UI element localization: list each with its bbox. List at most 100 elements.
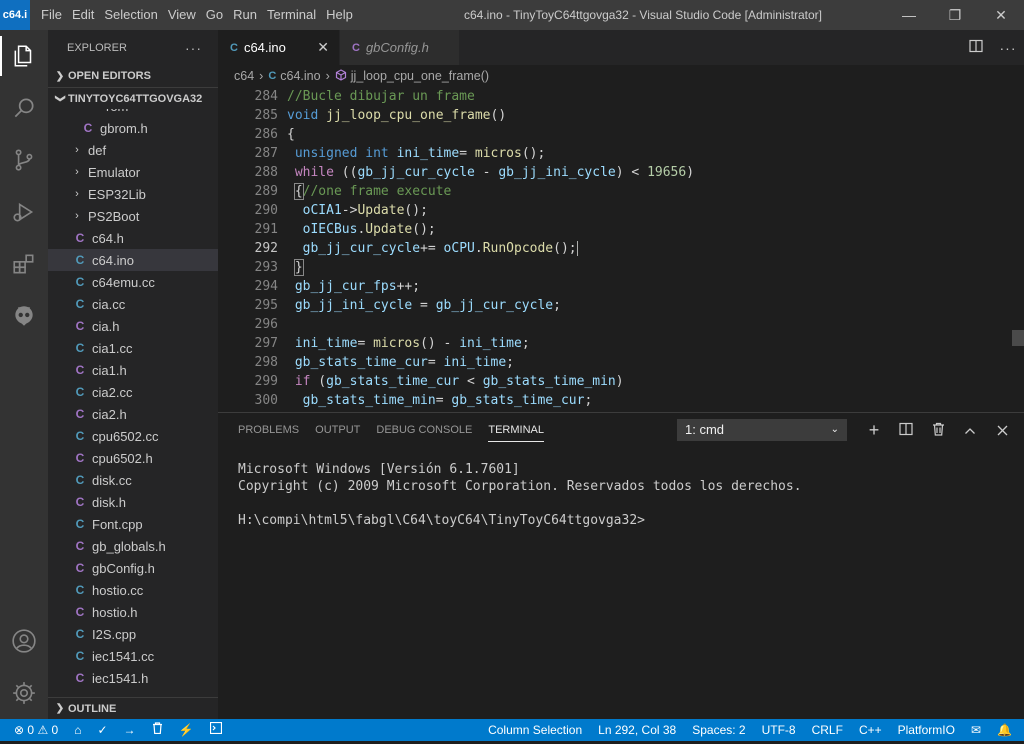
project-section[interactable]: ❯ TINYTOYC64TTGOVGA32 xyxy=(48,87,218,109)
code-line[interactable]: 292 gb_jj_cur_cycle+= oCPU.RunOpcode(); xyxy=(218,239,1024,258)
more-actions-icon[interactable]: ··· xyxy=(992,40,1024,56)
app-icon[interactable]: c64.i xyxy=(0,0,30,30)
tree-item[interactable]: Cdisk.cc xyxy=(48,469,218,491)
run-debug-icon[interactable] xyxy=(0,186,48,238)
tab-terminal[interactable]: TERMINAL xyxy=(488,413,544,448)
cursor-position-status[interactable]: Ln 292, Col 38 xyxy=(590,719,684,741)
menu-terminal[interactable]: Terminal xyxy=(262,0,321,30)
tree-item[interactable]: › ESP32Lib xyxy=(48,183,218,205)
explorer-more-actions-icon[interactable]: ··· xyxy=(185,40,202,56)
menu-run[interactable]: Run xyxy=(228,0,262,30)
extensions-icon[interactable] xyxy=(0,238,48,290)
maximize-button[interactable]: ❐ xyxy=(932,0,978,30)
code-line[interactable]: 286 { xyxy=(218,125,1024,144)
tree-item[interactable]: Cc64emu.cc xyxy=(48,271,218,293)
tree-item[interactable]: Ccpu6502.h xyxy=(48,447,218,469)
plug-icon[interactable]: ⚡ xyxy=(174,719,199,741)
indentation-status[interactable]: Spaces: 2 xyxy=(684,719,753,741)
tree-item[interactable]: Cgbrom.h xyxy=(48,117,218,139)
explorer-icon[interactable] xyxy=(0,30,48,82)
encoding-status[interactable]: UTF-8 xyxy=(754,719,804,741)
tree-item[interactable]: Cc64.ino xyxy=(48,249,218,271)
breadcrumb-symbol[interactable]: jj_loop_cpu_one_frame() xyxy=(351,69,489,83)
code-line[interactable]: 289 {//one frame execute xyxy=(218,182,1024,201)
menu-go[interactable]: Go xyxy=(201,0,228,30)
problems-status[interactable]: ⊗ 0 ⚠ 0 xyxy=(0,719,63,741)
menu-file[interactable]: File xyxy=(36,0,67,30)
new-terminal-icon[interactable]: + xyxy=(858,420,890,441)
code-line[interactable]: 287 unsigned int ini_time= micros(); xyxy=(218,144,1024,163)
settings-gear-icon[interactable] xyxy=(0,667,48,719)
code-line[interactable]: 288 while ((gb_jj_cur_cycle - gb_jj_ini_… xyxy=(218,163,1024,182)
editor-scrollbar[interactable] xyxy=(1012,330,1024,346)
language-mode-status[interactable]: C++ xyxy=(851,719,890,741)
tree-item[interactable]: Ciec1541.cc xyxy=(48,645,218,667)
code-line[interactable]: 297 ini_time= micros() - ini_time; xyxy=(218,334,1024,353)
check-icon[interactable]: ✓ xyxy=(92,719,112,741)
close-tab-icon[interactable]: ✕ xyxy=(317,39,329,56)
tree-item[interactable]: Ccpu6502.cc xyxy=(48,425,218,447)
source-control-icon[interactable] xyxy=(0,134,48,186)
platformio-status[interactable]: PlatformIO xyxy=(890,719,963,741)
terminal-output[interactable]: Microsoft Windows [Versión 6.1.7601] Copy… xyxy=(238,461,802,529)
menu-edit[interactable]: Edit xyxy=(67,0,99,30)
code-line[interactable]: 296 xyxy=(218,315,1024,334)
feedback-icon[interactable]: ✉ xyxy=(963,719,989,741)
breadcrumb-file[interactable]: c64.ino xyxy=(280,69,320,83)
tree-item[interactable]: C Font.cpp xyxy=(48,513,218,535)
code-line[interactable]: 291 oIECBus.Update(); xyxy=(218,220,1024,239)
code-line[interactable]: 300 gb_stats_time_min= gb_stats_time_cur… xyxy=(218,391,1024,410)
tab-problems[interactable]: PROBLEMS xyxy=(238,413,299,448)
menu-help[interactable]: Help xyxy=(321,0,358,30)
tree-item[interactable]: › Emulator xyxy=(48,161,218,183)
tree-item[interactable]: C I2S.cpp xyxy=(48,623,218,645)
terminal-select[interactable]: 1: cmd ⌄ xyxy=(677,419,847,441)
trash-icon[interactable] xyxy=(147,719,168,741)
open-editors-section[interactable]: ❯ OPEN EDITORS xyxy=(48,65,218,87)
code-line[interactable]: 285 void jj_loop_cpu_one_frame() xyxy=(218,106,1024,125)
tab-c64-ino[interactable]: C c64.ino ✕ xyxy=(218,30,340,65)
split-terminal-icon[interactable] xyxy=(890,422,922,439)
tree-item[interactable]: Ccia.cc xyxy=(48,293,218,315)
tree-item[interactable]: › def xyxy=(48,139,218,161)
tree-item[interactable]: Ccia.h xyxy=(48,315,218,337)
eol-status[interactable]: CRLF xyxy=(804,719,851,741)
tree-item[interactable]: Chostio.cc xyxy=(48,579,218,601)
menu-view[interactable]: View xyxy=(163,0,201,30)
code-editor[interactable]: 284 //Bucle dibujar un frame 285 void jj_lo… xyxy=(218,87,1024,412)
code-line[interactable]: 294 gb_jj_cur_fps++; xyxy=(218,277,1024,296)
tree-item[interactable]: Ccia2.h xyxy=(48,403,218,425)
column-selection-status[interactable]: Column Selection xyxy=(480,719,590,741)
home-icon[interactable]: ⌂ xyxy=(69,719,86,741)
arrow-right-icon[interactable]: → xyxy=(119,719,141,741)
code-line[interactable]: 290 oCIA1->Update(); xyxy=(218,201,1024,220)
code-line[interactable]: 298 gb_stats_time_cur= ini_time; xyxy=(218,353,1024,372)
tree-item[interactable]: Cgb_globals.h xyxy=(48,535,218,557)
notifications-icon[interactable]: 🔔 xyxy=(989,719,1024,741)
code-line[interactable]: 284 //Bucle dibujar un frame xyxy=(218,87,1024,106)
close-window-button[interactable]: ✕ xyxy=(978,0,1024,30)
code-line[interactable]: 299 if (gb_stats_time_cur < gb_stats_tim… xyxy=(218,372,1024,391)
tree-item[interactable]: Cdisk.h xyxy=(48,491,218,513)
tree-item[interactable]: CgbConfig.h xyxy=(48,557,218,579)
tree-item[interactable]: Ciec1541.h xyxy=(48,667,218,689)
search-icon[interactable] xyxy=(0,82,48,134)
platformio-icon[interactable] xyxy=(0,290,48,342)
split-editor-icon[interactable] xyxy=(960,39,992,56)
code-line[interactable]: 295 gb_jj_ini_cycle = gb_jj_cur_cycle; xyxy=(218,296,1024,315)
outline-section[interactable]: ❯ OUTLINE xyxy=(48,697,218,719)
tab-output[interactable]: OUTPUT xyxy=(315,413,360,448)
maximize-panel-icon[interactable] xyxy=(954,423,986,439)
tab-debug-console[interactable]: DEBUG CONSOLE xyxy=(376,413,472,448)
code-line[interactable]: 293 } xyxy=(218,258,1024,277)
tree-item[interactable]: Ccia2.cc xyxy=(48,381,218,403)
tree-item[interactable]: Ccia1.h xyxy=(48,359,218,381)
tree-item-partial[interactable]: rom xyxy=(48,109,218,117)
minimize-button[interactable]: — xyxy=(886,0,932,30)
tab-gbconfig-h[interactable]: C gbConfig.h xyxy=(340,30,460,65)
tree-item[interactable]: Chostio.h xyxy=(48,601,218,623)
terminal-icon[interactable] xyxy=(205,719,227,741)
close-panel-icon[interactable] xyxy=(986,423,1018,439)
kill-terminal-icon[interactable] xyxy=(922,422,954,439)
menu-selection[interactable]: Selection xyxy=(99,0,162,30)
